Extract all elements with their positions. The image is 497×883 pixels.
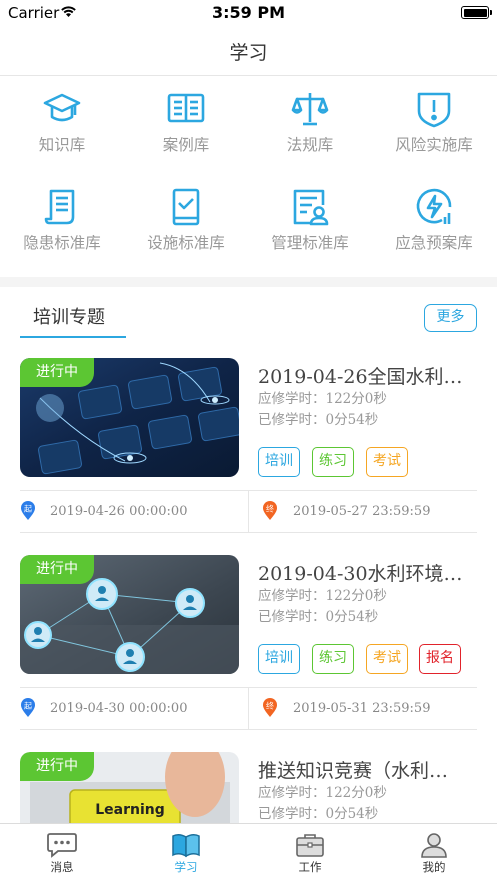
end-date: 2019-05-31 23:59:59 [293,701,431,716]
grid-item-management-standard[interactable]: 管理标准库 [248,175,372,263]
card-thumbnail: 进行中 [20,358,239,477]
document-list-icon [44,189,75,225]
briefcase-icon [296,834,324,857]
tab-label: 我的 [422,860,446,874]
start-pin-icon: 起 [21,501,35,520]
training-card[interactable]: Learning 进行中 推送知识竞赛（水利… 应修学时：122分0秒 已修学时… [0,752,497,823]
grid-label: 设施标准库 [147,234,225,252]
tab-label: 消息 [50,860,74,874]
end-date: 2019-05-27 23:59:59 [293,504,431,519]
status-badge: 进行中 [20,358,94,387]
start-pin-label: 起 [24,505,32,514]
completed-hours: 已修学时：0分54秒 [258,609,379,625]
section-divider [0,277,497,287]
date-range: 起 2019-04-30 00:00:00 终 2019-05-31 23:59… [20,687,477,730]
tag-practice[interactable]: 练习 [312,447,354,477]
tab-mine[interactable]: 我的 [372,824,496,883]
grid-item-hazard-standard[interactable]: 隐患标准库 [0,175,124,263]
lightning-chart-icon [416,188,452,224]
completed-hours: 已修学时：0分54秒 [258,806,379,822]
clock: 3:59 PM [211,3,285,22]
end-pin-icon: 终 [263,501,277,520]
tab-bar: 消息 学习 工作 我的 [0,823,497,883]
start-pin-label: 起 [24,702,32,711]
training-card[interactable]: 进行中 2019-04-30水利环境… 应修学时：122分0秒 已修学时：0分5… [0,555,497,733]
card-thumbnail: 进行中 [20,555,239,674]
required-hours: 应修学时：122分0秒 [258,391,387,407]
document-user-icon [293,189,329,226]
grid-label: 知识库 [38,136,86,154]
end-pin-label: 终 [266,701,274,711]
section-underline [20,336,126,338]
user-icon [421,833,447,858]
training-card[interactable]: 进行中 2019-04-26全国水利… 应修学时：122分0秒 已修学时：0分5… [0,358,497,536]
status-bar: Carrier 3:59 PM [0,0,497,26]
grid-label: 风险实施库 [395,136,473,154]
grid-item-cases[interactable]: 案例库 [124,77,248,165]
tag-enroll[interactable]: 报名 [419,644,461,674]
grid-item-risk[interactable]: 风险实施库 [372,77,496,165]
grid-label: 应急预案库 [395,234,473,252]
open-book-icon [172,833,200,858]
card-title: 2019-04-30水利环境… [258,563,463,585]
navigation-bar: 学习 [0,26,497,76]
grid-label: 法规库 [286,136,334,154]
tab-label: 学习 [174,860,198,874]
end-pin-label: 终 [266,504,274,514]
battery-icon [461,6,492,19]
shield-alert-icon [417,92,451,128]
tab-label: 工作 [298,860,322,874]
date-divider [248,491,249,533]
start-date: 2019-04-30 00:00:00 [50,701,188,716]
tag-exam[interactable]: 考试 [366,447,408,477]
phone-check-icon [172,188,200,226]
grid-label: 案例库 [162,136,210,154]
status-badge: 进行中 [20,752,94,781]
tag-practice[interactable]: 练习 [312,644,354,674]
grid-item-knowledge[interactable]: 知识库 [0,77,124,165]
tab-work[interactable]: 工作 [248,824,372,883]
date-range: 起 2019-04-26 00:00:00 终 2019-05-27 23:59… [20,490,477,533]
end-pin-icon: 终 [263,698,277,717]
tag-training[interactable]: 培训 [258,447,300,477]
tag-exam[interactable]: 考试 [366,644,408,674]
grid-item-emergency-plan[interactable]: 应急预案库 [372,175,496,263]
card-title: 2019-04-26全国水利… [258,366,463,388]
training-section-header: 培训专题 更多 [0,287,497,339]
grid-label: 管理标准库 [271,234,349,252]
required-hours: 应修学时：122分0秒 [258,588,387,604]
thumb-learning-text: Learning [95,802,165,818]
tab-messages[interactable]: 消息 [0,824,124,883]
graduation-cap-icon [43,93,81,122]
start-date: 2019-04-26 00:00:00 [50,504,188,519]
completed-hours: 已修学时：0分54秒 [258,412,379,428]
grid-item-facility-standard[interactable]: 设施标准库 [124,175,248,263]
date-divider [248,688,249,730]
card-thumbnail: Learning 进行中 [20,752,239,823]
required-hours: 应修学时：122分0秒 [258,785,387,801]
tab-study[interactable]: 学习 [124,824,248,883]
page-title: 学习 [229,42,268,64]
card-title: 推送知识竞赛（水利… [258,760,449,782]
library-grid: 知识库 案例库 法规库 风险实施库 隐患标准库 设施标准库 管理标准库 应急预案… [0,77,497,277]
status-badge: 进行中 [20,555,94,584]
more-button[interactable]: 更多 [424,304,477,332]
chat-bubble-icon [47,833,77,858]
scales-icon [291,93,329,126]
grid-label: 隐患标准库 [23,234,101,252]
start-pin-icon: 起 [21,698,35,717]
section-title: 培训专题 [33,307,105,328]
tag-training[interactable]: 培训 [258,644,300,674]
grid-item-regulations[interactable]: 法规库 [248,77,372,165]
open-book-icon [167,93,205,123]
